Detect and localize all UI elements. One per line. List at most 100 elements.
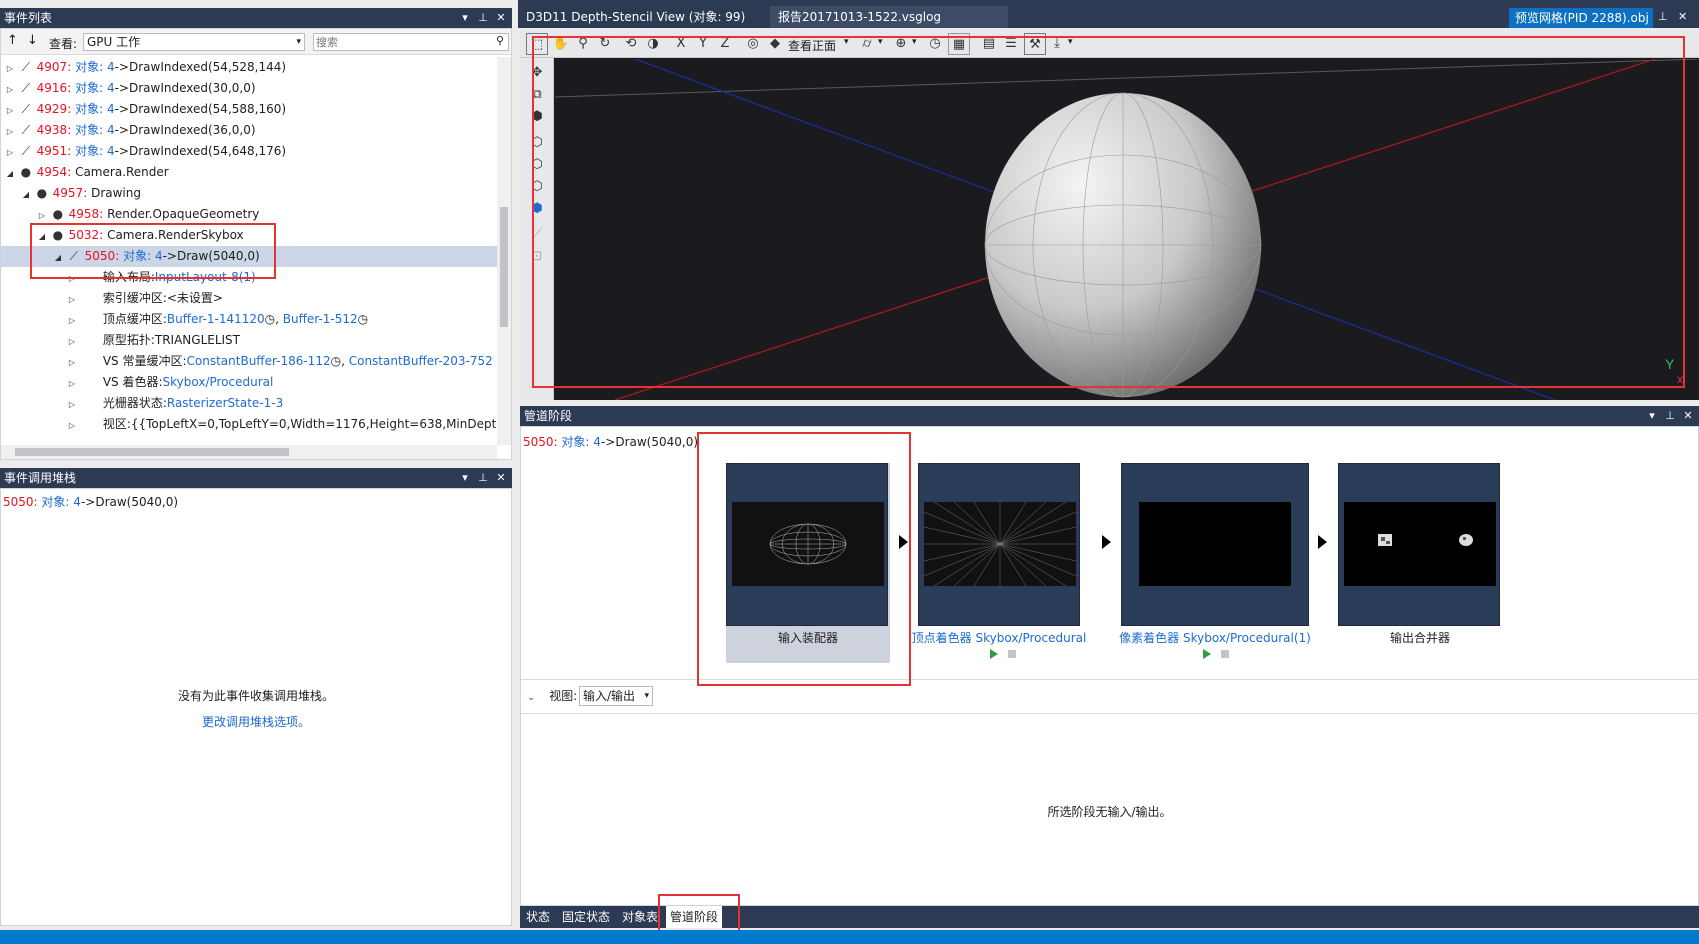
view-select[interactable]: GPU 工作 ▾ (83, 33, 305, 51)
chevron-down-icon[interactable]: ⌄ (527, 692, 535, 703)
event-obj-label: 对象: (75, 60, 104, 74)
property-row[interactable]: ▷ 光栅器状态:RasterizerState-1-3 (1, 393, 283, 414)
property-label: VS 常量缓冲区: (102, 354, 187, 368)
stage-label-link[interactable]: 顶点着色器 Skybox/Procedural (908, 629, 1090, 646)
pin-icon[interactable]: ⊥ (1658, 10, 1668, 23)
expand-icon[interactable]: ▷ (67, 394, 77, 415)
play-icon[interactable] (990, 649, 998, 659)
callstack-options-link[interactable]: 更改调用堆栈选项。 (1, 713, 511, 730)
arrow-down-icon[interactable]: ↓ (27, 33, 38, 48)
event-id: 4938: (36, 123, 72, 137)
dropdown-icon[interactable]: ▾ (458, 468, 472, 488)
history-icon: ◷ (357, 312, 369, 326)
vertical-scrollbar[interactable] (497, 57, 511, 445)
event-obj-link[interactable]: 4 (107, 144, 115, 158)
property-link[interactable]: Buffer-1-141120 (167, 312, 265, 326)
event-obj-link[interactable]: 4 (73, 495, 81, 509)
property-link[interactable]: Skybox/Procedural (163, 375, 274, 389)
event-obj-link[interactable]: 4 (107, 102, 115, 116)
event-obj-link[interactable]: 4 (107, 60, 115, 74)
tree-row[interactable]: ▷ ⟋ 4938: 对象: 4->DrawIndexed(36,0,0) (1, 120, 256, 141)
history-icon: ◷ (330, 354, 342, 368)
brush-icon: ⟋ (21, 123, 31, 137)
expand-icon[interactable]: ▷ (5, 79, 15, 100)
scrollbar-thumb[interactable] (500, 207, 508, 327)
property-link[interactable]: ConstantBuffer-203-752 (349, 354, 493, 368)
expand-icon[interactable]: ▷ (5, 121, 15, 142)
expand-icon[interactable]: ▷ (5, 100, 15, 121)
tab-depth-stencil[interactable]: D3D11 Depth-Stencil View (对象: 99) (518, 6, 754, 28)
tab-preview-mesh[interactable]: 预览网格(PID 2288).obj (1509, 8, 1653, 28)
tree-row[interactable]: ◢ ● 4957: Drawing (1, 183, 141, 204)
tree-row[interactable]: ◢ ● 4954: Camera.Render (1, 162, 169, 183)
event-list-toolbar: ↑ ↓ 查看: GPU 工作 ▾ ⚲ (1, 29, 511, 55)
property-row[interactable]: ▷ VS 常量缓冲区:ConstantBuffer-186-112◷, Cons… (1, 351, 493, 372)
tab-state[interactable]: 状态 (522, 906, 554, 928)
property-row[interactable]: ▷ 顶点缓冲区:Buffer-1-141120◷, Buffer-1-512◷ (1, 309, 368, 330)
event-list-title: 事件列表 (4, 11, 53, 25)
expand-icon[interactable]: ▷ (67, 415, 77, 436)
close-icon[interactable]: ✕ (1681, 406, 1695, 426)
property-link[interactable]: Buffer-1-512 (283, 312, 358, 326)
expand-icon[interactable]: ▷ (5, 58, 15, 79)
tree-row[interactable]: ▷ ⟋ 4916: 对象: 4->DrawIndexed(30,0,0) (1, 78, 256, 99)
property-link[interactable]: RasterizerState-1-3 (167, 396, 283, 410)
search-box[interactable]: ⚲ (313, 33, 509, 51)
tab-object-table[interactable]: 对象表 (618, 906, 662, 928)
event-obj-label: 对象: (41, 495, 70, 509)
tree-row[interactable]: ▷ ● 4958: Render.OpaqueGeometry (1, 204, 259, 225)
close-icon[interactable]: ✕ (1678, 10, 1687, 23)
pin-icon[interactable]: ⊥ (476, 468, 490, 488)
event-call: ->Draw(5040,0) (600, 435, 699, 449)
event-obj-label: 对象: (75, 144, 104, 158)
stop-icon[interactable] (1008, 650, 1016, 658)
arrow-up-icon[interactable]: ↑ (7, 33, 18, 48)
stop-icon[interactable] (1221, 650, 1229, 658)
stage-pixel-shader[interactable] (1121, 463, 1309, 626)
scrollbar-thumb[interactable] (15, 448, 289, 456)
dropdown-icon[interactable]: ▾ (458, 8, 472, 28)
tab-fixed-state[interactable]: 固定状态 (558, 906, 614, 928)
property-row[interactable]: ▷ VS 着色器:Skybox/Procedural (1, 372, 273, 393)
callstack-entry[interactable]: 5050: 对象: 4->Draw(5040,0) (3, 493, 178, 510)
close-icon[interactable]: ✕ (494, 8, 508, 28)
chevron-down-icon: ▾ (644, 691, 649, 701)
close-icon[interactable]: ✕ (494, 468, 508, 488)
collapse-icon[interactable]: ◢ (5, 163, 15, 184)
expand-icon[interactable]: ▷ (67, 331, 77, 352)
expand-icon[interactable]: ▷ (5, 142, 15, 163)
highlight-box (532, 36, 1685, 388)
tab-vsglog[interactable]: 报告20171013-1522.vsglog (770, 6, 1008, 28)
play-icon[interactable] (1203, 649, 1211, 659)
search-input[interactable] (316, 35, 486, 49)
expand-icon[interactable]: ▷ (67, 352, 77, 373)
tree-row[interactable]: ▷ ⟋ 4907: 对象: 4->DrawIndexed(54,528,144) (1, 57, 286, 78)
stage-vertex-shader[interactable] (918, 463, 1080, 626)
stage-arrow-icon (1102, 535, 1111, 549)
tree-row[interactable]: ▷ ⟋ 4951: 对象: 4->DrawIndexed(54,648,176) (1, 141, 286, 162)
collapse-icon[interactable]: ◢ (21, 184, 31, 205)
property-row[interactable]: ▷ 索引缓冲区:<未设置> (1, 288, 223, 309)
expand-icon[interactable]: ▷ (67, 310, 77, 331)
dropdown-icon[interactable]: ▾ (1645, 406, 1659, 426)
event-call: ->DrawIndexed(36,0,0) (114, 123, 256, 137)
horizontal-scrollbar[interactable] (1, 445, 497, 459)
expand-icon[interactable]: ▷ (67, 289, 77, 310)
view-select[interactable]: 输入/输出 ▾ (579, 686, 653, 706)
tree-row[interactable]: ▷ ⟋ 4929: 对象: 4->DrawIndexed(54,588,160) (1, 99, 286, 120)
property-row[interactable]: ▷ 视区:{{TopLeftX=0,TopLeftY=0,Width=1176,… (1, 414, 497, 435)
pin-icon[interactable]: ⊥ (1663, 406, 1677, 426)
search-icon[interactable]: ⚲ (496, 34, 504, 47)
stage-label-link[interactable]: 像素着色器 Skybox/Procedural(1) (1111, 629, 1319, 646)
event-obj-link[interactable]: 4 (107, 81, 115, 95)
callstack-panel: 5050: 对象: 4->Draw(5040,0) 没有为此事件收集调用堆栈。 … (0, 488, 512, 926)
event-obj-link[interactable]: 4 (107, 123, 115, 137)
view-label: 查看: (49, 37, 78, 51)
stage-output-merger[interactable] (1338, 463, 1500, 626)
event-obj-link[interactable]: 4 (593, 435, 601, 449)
expand-icon[interactable]: ▷ (67, 373, 77, 394)
property-row[interactable]: ▷ 原型拓扑:TRIANGLELIST (1, 330, 240, 351)
property-label: 索引缓冲区: (102, 291, 167, 305)
pin-icon[interactable]: ⊥ (476, 8, 490, 28)
property-link[interactable]: ConstantBuffer-186-112 (187, 354, 331, 368)
